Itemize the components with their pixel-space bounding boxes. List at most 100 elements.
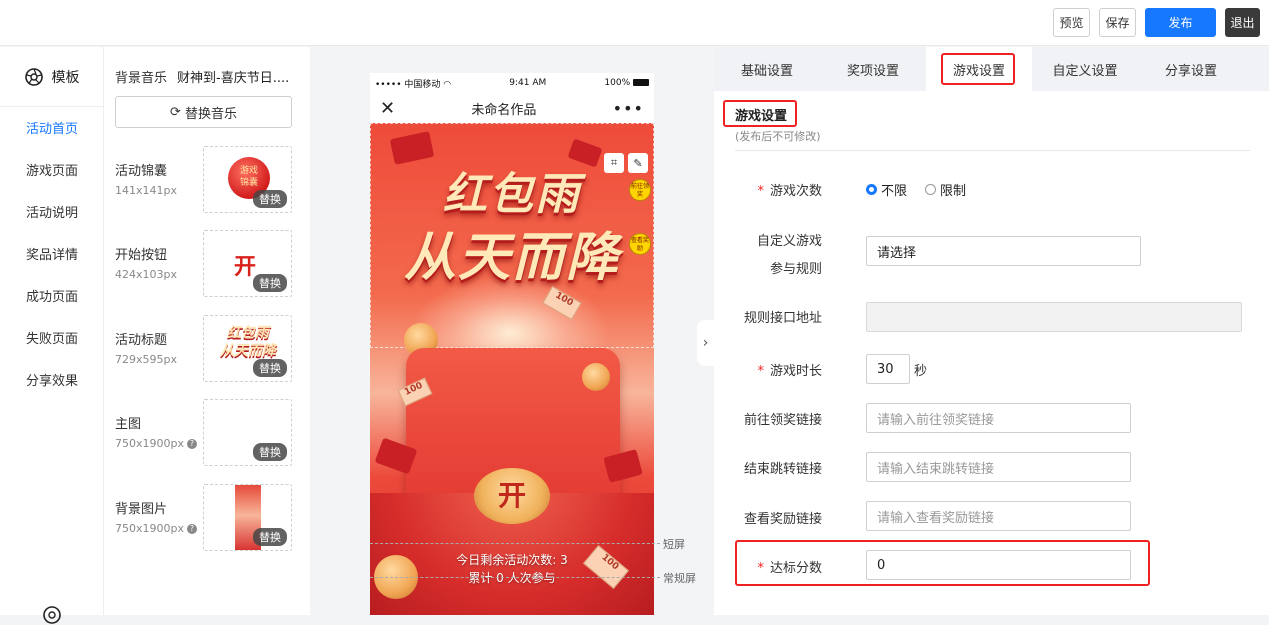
asset-thumb-title[interactable]: 红包雨 从天而降 替换 — [203, 315, 292, 382]
asset-item: 开始按钮 424x103px 开 替换 — [104, 230, 310, 297]
preview-button[interactable]: 预览 — [1053, 8, 1090, 37]
settings-icon[interactable] — [42, 605, 62, 625]
page-nav: 模板 活动首页 游戏页面 活动说明 奖品详情 成功页面 失败页面 分享效果 — [0, 47, 104, 624]
crop-icon[interactable]: ⌗ — [604, 153, 624, 173]
custom-rule-select[interactable]: 请选择 — [866, 236, 1141, 266]
required-mark: * — [757, 364, 764, 379]
radio-dot-checked — [866, 184, 877, 195]
start-thumb-image: 开 — [234, 254, 257, 280]
phone-nav-bar: ✕ 未命名作品 ••• — [370, 93, 654, 123]
tab-custom[interactable]: 自定义设置 — [1032, 47, 1138, 91]
api-url-label: 规则接口地址 — [743, 311, 822, 326]
duration-input[interactable]: 30 — [866, 354, 910, 384]
view-reward-badge[interactable]: 查看奖励 — [629, 233, 651, 255]
custom-rule-label-1: 自定义游戏 — [756, 234, 822, 249]
title-thumb-image: 红包雨 从天而降 — [208, 324, 288, 360]
end-link-input[interactable]: 请输入结束跳转链接 — [866, 452, 1131, 482]
exit-button[interactable]: 退出 — [1225, 8, 1260, 37]
claim-prize-badge[interactable]: 前往领奖 — [629, 179, 651, 201]
nav-item-share[interactable]: 分享效果 — [0, 361, 103, 403]
asset-size: 141x141px — [115, 184, 177, 197]
help-icon[interactable]: ? — [187, 439, 197, 449]
tab-basic[interactable]: 基础设置 — [714, 47, 820, 91]
claim-link-label: 前往领奖链接 — [743, 413, 822, 428]
save-button[interactable]: 保存 — [1099, 8, 1136, 37]
normal-screen-label: 常规屏 — [663, 572, 696, 585]
aperture-icon — [24, 67, 43, 86]
settings-panel: 基础设置 奖项设置 游戏设置 自定义设置 分享设置 游戏设置 (发布后不可修改)… — [714, 47, 1269, 615]
collapse-toggle[interactable]: › — [697, 320, 714, 366]
battery-indicator: 100% — [604, 78, 649, 88]
claim-link-input[interactable]: 请输入前往领奖链接 — [866, 403, 1131, 433]
music-name: 财神到-喜庆节日.... — [177, 71, 290, 86]
required-mark: * — [757, 184, 764, 199]
duration-unit: 秒 — [914, 364, 928, 379]
replace-tag[interactable]: 替换 — [253, 528, 287, 546]
template-header[interactable]: 模板 — [0, 47, 103, 107]
asset-name: 活动锦囊 — [115, 164, 168, 179]
work-title: 未命名作品 — [471, 102, 537, 118]
asset-panel: 背景音乐 财神到-喜庆节日.... ⟳ 替换音乐 活动锦囊 141x141px 游… — [104, 47, 310, 615]
radio-unlimited-label: 不限 — [881, 184, 908, 199]
asset-name: 开始按钮 — [115, 248, 168, 263]
nav-item-rules[interactable]: 活动说明 — [0, 193, 103, 235]
nav-item-fail[interactable]: 失败页面 — [0, 319, 103, 361]
nav-item-home[interactable]: 活动首页 — [0, 109, 103, 151]
nav-item-game[interactable]: 游戏页面 — [0, 151, 103, 193]
asset-thumb-main[interactable]: 替换 — [203, 399, 292, 466]
asset-item: 活动锦囊 141x141px 游戏 锦囊 替换 — [104, 146, 310, 213]
edit-icon[interactable]: ✎ — [628, 153, 648, 173]
refresh-icon: ⟳ — [170, 104, 181, 120]
coin-decoration — [582, 363, 610, 391]
required-mark: * — [757, 561, 764, 576]
asset-thumb-bag[interactable]: 游戏 锦囊 替换 — [203, 146, 292, 213]
score-input[interactable]: 0 — [866, 550, 1131, 580]
asset-size: 424x103px — [115, 268, 177, 281]
highlight-box-section — [723, 100, 797, 127]
start-button[interactable]: 开 — [474, 468, 550, 524]
poster[interactable]: 红包雨 从天而降 ⌗ ✎ 前往领奖 查看奖励 100 100 开 今日剩余活动次… — [370, 123, 654, 615]
replace-tag[interactable]: 替换 — [253, 359, 287, 377]
reward-link-label: 查看奖励链接 — [743, 512, 822, 527]
more-icon[interactable]: ••• — [613, 99, 644, 118]
asset-size: 750x1900px? — [115, 522, 197, 535]
asset-name: 主图 — [115, 417, 142, 432]
radio-unlimited[interactable]: 不限 — [866, 180, 907, 199]
radio-limited[interactable]: 限制 — [925, 180, 966, 199]
phone-preview: ••••• 中国移动 ◠ 9:41 AM 100% ✕ 未命名作品 ••• 红包… — [370, 73, 654, 615]
replace-music-button[interactable]: ⟳ 替换音乐 — [115, 96, 292, 128]
section-divider — [735, 150, 1250, 151]
asset-size: 750x1900px? — [115, 437, 197, 450]
carrier-text: ••••• 中国移动 ◠ — [375, 79, 452, 90]
play-count-label: * 游戏次数 — [757, 184, 822, 199]
score-label: * 达标分数 — [757, 561, 822, 576]
replace-tag[interactable]: 替换 — [253, 190, 287, 208]
short-screen-guide — [370, 543, 660, 544]
music-label: 背景音乐 — [115, 71, 168, 86]
asset-thumb-background[interactable]: 替换 — [203, 484, 292, 551]
asset-size-text: 750x1900px — [115, 522, 184, 535]
nav-item-prizes[interactable]: 奖品详情 — [0, 235, 103, 277]
title-thumb-line-2: 从天而降 — [220, 343, 276, 359]
publish-button[interactable]: 发布 — [1145, 8, 1216, 37]
tab-share[interactable]: 分享设置 — [1138, 47, 1244, 91]
help-icon[interactable]: ? — [187, 524, 197, 534]
asset-thumb-start[interactable]: 开 替换 — [203, 230, 292, 297]
asset-size-text: 750x1900px — [115, 437, 184, 450]
title-thumb-line-1: 红包雨 — [227, 325, 269, 341]
replace-tag[interactable]: 替换 — [253, 443, 287, 461]
asset-item: 主图 750x1900px? 替换 — [104, 399, 310, 466]
battery-icon — [633, 79, 649, 86]
replace-tag[interactable]: 替换 — [253, 274, 287, 292]
tab-prizes[interactable]: 奖项设置 — [820, 47, 926, 91]
duration-label: * 游戏时长 — [757, 364, 822, 379]
radio-limited-label: 限制 — [940, 184, 967, 199]
status-bar: ••••• 中国移动 ◠ 9:41 AM 100% — [370, 73, 654, 93]
normal-screen-guide — [370, 577, 660, 578]
nav-item-success[interactable]: 成功页面 — [0, 277, 103, 319]
asset-name: 背景图片 — [115, 502, 168, 517]
asset-size: 729x595px — [115, 353, 177, 366]
reward-link-input[interactable]: 请输入查看奖励链接 — [866, 501, 1131, 531]
close-icon[interactable]: ✕ — [380, 98, 395, 119]
highlight-box-tab — [941, 53, 1015, 85]
